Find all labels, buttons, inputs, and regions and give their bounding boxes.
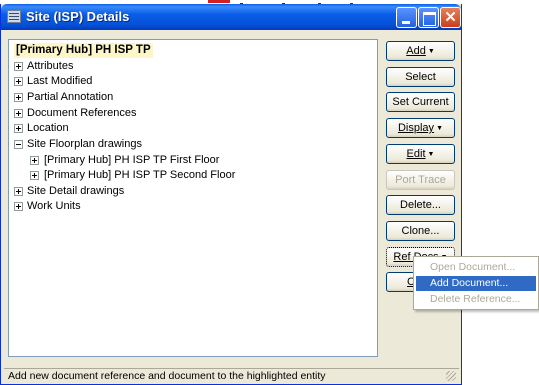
clone-button[interactable]: Clone... (386, 221, 455, 241)
status-text: Add new document reference and document … (8, 370, 326, 382)
expand-plus-icon[interactable] (14, 109, 23, 118)
background-red-mark (208, 0, 230, 3)
minimize-button[interactable] (396, 7, 417, 28)
close-button[interactable]: ✕ (440, 7, 461, 28)
expand-plus-icon[interactable] (14, 124, 23, 133)
menu-item-open-document[interactable]: Open Document... (416, 260, 536, 275)
expand-plus-icon[interactable] (30, 171, 39, 180)
display-button[interactable]: Display ▼ (386, 118, 455, 138)
edit-button[interactable]: Edit ▼ (386, 144, 455, 164)
tree-item-label: Document References (27, 107, 137, 119)
tree-item-label: Site Detail drawings (27, 185, 125, 197)
tree-item-label: Attributes (27, 60, 74, 72)
delete-button[interactable]: Delete... (386, 195, 455, 215)
add-button-label: Add (406, 45, 426, 57)
expand-plus-icon[interactable] (30, 156, 39, 165)
tree-root-item[interactable]: [Primary Hub] PH ISP TP (14, 43, 153, 58)
add-button[interactable]: Add ▼ (386, 41, 455, 61)
menu-item-add-document[interactable]: Add Document... (416, 276, 536, 291)
tree-item-label: Site Floorplan drawings (27, 138, 142, 150)
resize-grip-icon[interactable] (446, 371, 456, 381)
title-bar[interactable]: Site (ISP) Details ✕ (1, 4, 461, 30)
tree-item-label: Partial Annotation (27, 91, 114, 103)
edit-button-label: Edit (406, 148, 426, 160)
close-icon: ✕ (444, 9, 457, 26)
tree-item-label: Location (27, 122, 69, 134)
dropdown-caret-icon: ▼ (427, 151, 435, 158)
ref-docs-context-menu: Open Document... Add Document... Delete … (413, 256, 539, 310)
window-title: Site (ISP) Details (26, 9, 130, 24)
display-button-label: Display (397, 122, 435, 134)
port-trace-button[interactable]: Port Trace (386, 170, 455, 190)
tree-item-label: Last Modified (27, 75, 93, 87)
collapse-minus-icon[interactable] (14, 140, 23, 149)
window-icon (7, 10, 21, 23)
maximize-button[interactable] (418, 7, 439, 28)
dropdown-caret-icon: ▼ (427, 48, 435, 55)
expand-plus-icon[interactable] (14, 77, 23, 86)
expand-plus-icon[interactable] (14, 93, 23, 102)
entity-tree[interactable]: [Primary Hub] PH ISP TP Attributes Last … (8, 39, 378, 357)
expand-plus-icon[interactable] (14, 202, 23, 211)
site-details-window: Site (ISP) Details ✕ [Primary Hub] PH IS… (0, 4, 462, 385)
select-button[interactable]: Select (386, 67, 455, 87)
status-bar: Add new document reference and document … (4, 368, 459, 383)
menu-item-delete-reference[interactable]: Delete Reference... (416, 292, 536, 307)
tree-item-label: [Primary Hub] PH ISP TP Second Floor (44, 169, 236, 181)
set-current-button[interactable]: Set Current (386, 92, 455, 112)
dropdown-caret-icon: ▼ (436, 125, 443, 132)
expand-plus-icon[interactable] (14, 62, 23, 71)
tree-item-label: [Primary Hub] PH ISP TP First Floor (44, 154, 220, 166)
expand-plus-icon[interactable] (14, 187, 23, 196)
tree-item-label: Work Units (27, 200, 81, 212)
